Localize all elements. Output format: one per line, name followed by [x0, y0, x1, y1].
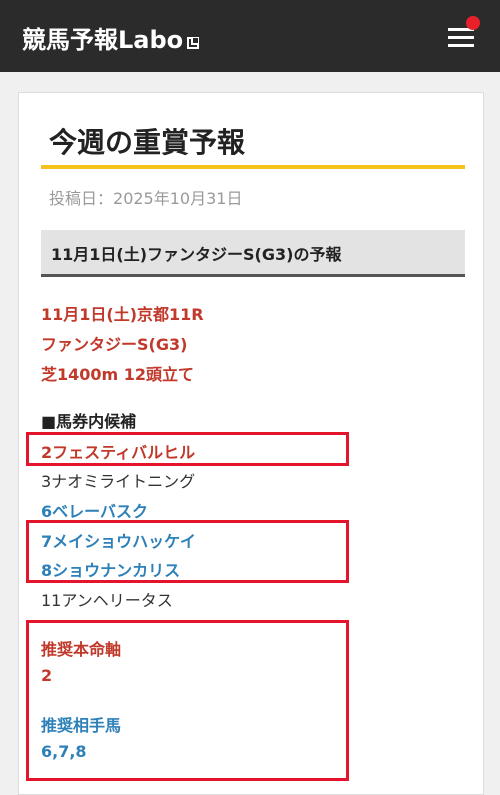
candidate-item: 11アンヘリータス: [41, 591, 173, 610]
menu-button[interactable]: [446, 16, 480, 50]
highlight-box-favorite: [26, 432, 349, 466]
external-link-icon: [187, 37, 200, 49]
post-date-label: 投稿日：: [49, 189, 114, 208]
candidate-item: 3ナオミライトニング: [41, 472, 196, 491]
title-underline: [41, 165, 465, 169]
post-date: 投稿日：2025年10月31日: [49, 185, 242, 209]
race-line-venue: 11月1日(土)京都11R: [41, 305, 204, 324]
section-heading: 11月1日(土)ファンタジーS(G3)の予報: [51, 245, 342, 264]
race-line-course: 芝1400m 12頭立て: [41, 365, 195, 384]
highlight-box-recommendation: [26, 620, 349, 781]
race-line-name: ファンタジーS(G3): [41, 335, 188, 354]
logo-text: 競馬予報Labo: [22, 26, 184, 54]
site-header: 競馬予報Labo: [0, 0, 500, 72]
hamburger-bar: [448, 36, 474, 39]
page-title: 今週の重賞予報: [49, 126, 246, 159]
highlight-box-contenders: [26, 520, 349, 583]
notification-dot: [466, 16, 480, 30]
section-heading-bar: 11月1日(土)ファンタジーS(G3)の予報: [41, 230, 465, 277]
hamburger-bar: [448, 44, 474, 47]
site-logo[interactable]: 競馬予報Labo: [22, 20, 200, 55]
post-date-value: 2025年10月31日: [113, 189, 243, 208]
candidates-heading: ■馬券内候補: [41, 412, 137, 431]
candidate-item: 6ベレーバスク: [41, 502, 148, 521]
